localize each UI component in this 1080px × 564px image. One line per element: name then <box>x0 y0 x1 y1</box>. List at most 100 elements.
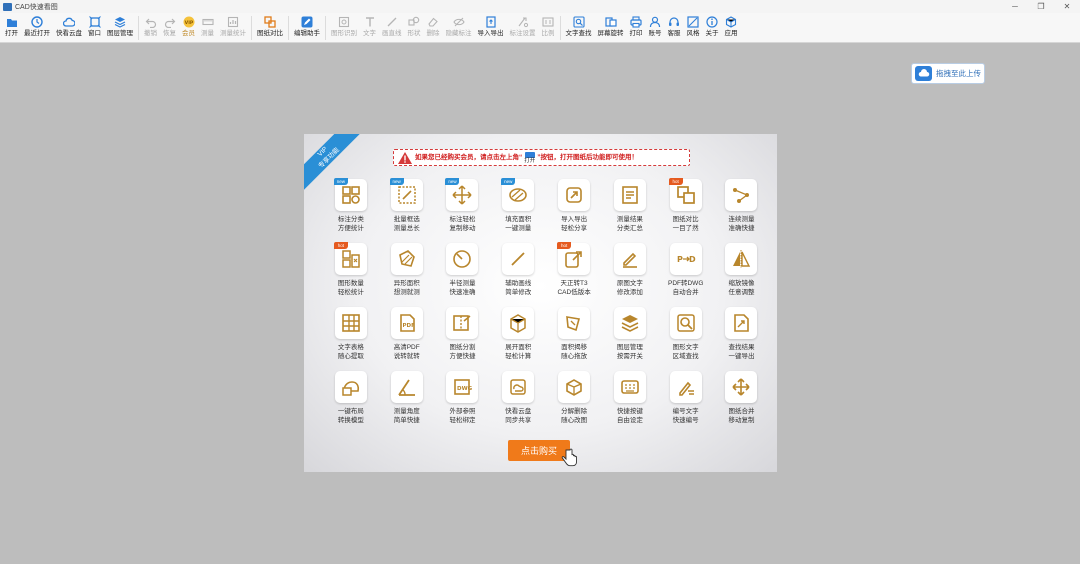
feature-item[interactable]: PDF 高清PDF 说转就转 <box>379 307 435 371</box>
toolbar-item-shape[interactable]: 形状 <box>405 13 424 43</box>
toolbar-item-undo[interactable]: 撤销 <box>141 13 160 43</box>
clock-icon <box>31 15 44 28</box>
toolbar-item-edit-assistant[interactable]: 编辑助手 <box>291 13 323 43</box>
toolbar-item-line[interactable]: 画直线 <box>379 13 405 43</box>
feature-item[interactable]: hot 图形数量 轻松统计 <box>323 242 379 307</box>
feature-item[interactable]: new 批量框选 测量总长 <box>379 178 435 243</box>
area-move-icon <box>558 307 591 339</box>
feature-item[interactable]: hot 天正转T3 CAD低版本 <box>546 242 602 307</box>
feature-item[interactable]: 测量角度 简单快捷 <box>379 371 435 435</box>
feature-label: 编号文字 快速编号 <box>672 408 699 424</box>
text-icon <box>363 15 376 28</box>
feature-item[interactable]: 连续测量 准确快捷 <box>714 179 770 243</box>
member-notice: 如果您已经购买会员，请点击左上角“ 打开 ”按钮，打开图纸后功能即可使用！ <box>393 149 690 166</box>
convert-icon: hot <box>557 242 591 275</box>
toolbar-item-shape-recog[interactable]: 图形识别 <box>328 13 360 43</box>
feature-item[interactable]: 快看云盘 同步共享 <box>490 371 546 435</box>
minimize-icon[interactable]: ─ <box>1002 0 1028 13</box>
toolbar-label: 文字 <box>363 30 376 37</box>
toolbar-item-cube[interactable]: 应用 <box>722 13 741 43</box>
feature-item[interactable]: 一键布局 转换模型 <box>323 371 379 435</box>
feature-item[interactable]: 图纸合并 移动复制 <box>714 371 770 435</box>
feature-item[interactable]: new 标注轻松 复制移动 <box>435 178 491 243</box>
toolbar-item-hide[interactable]: 隐藏标注 <box>443 13 475 43</box>
close-icon[interactable]: ✕ <box>1054 0 1080 13</box>
feature-item[interactable]: 图形文字 区域查找 <box>658 307 714 371</box>
feature-item[interactable]: P D PDF转DWG 自动合并 <box>658 243 714 307</box>
feature-item[interactable]: 分解删除 随心改图 <box>546 371 602 435</box>
feature-label: 文字表格 随心提取 <box>337 344 364 360</box>
toolbar-item-scale[interactable]: 比例 <box>539 13 558 43</box>
pdf-icon: PDF <box>390 307 423 339</box>
toolbar-item-ruler[interactable]: 测量 <box>198 13 217 43</box>
feature-item[interactable]: 半径测量 快速准确 <box>435 243 491 307</box>
feature-label: 图纸分割 方便快捷 <box>449 344 476 360</box>
toolbar-item-eraser[interactable]: 删除 <box>424 13 443 43</box>
toolbar-item-cloud[interactable]: 快看云盘 <box>53 13 85 43</box>
toolbar-label: 图纸对比 <box>257 30 283 37</box>
feature-label: 导入导出 轻松分享 <box>561 216 588 232</box>
toolbar-item-redo[interactable]: 恢复 <box>160 13 179 43</box>
window-icon <box>88 15 101 28</box>
toolbar-item-rotate[interactable]: 屏幕旋转 <box>595 13 627 43</box>
feature-item[interactable]: 异形面积 想测就测 <box>379 243 435 307</box>
toolbar-item-layers[interactable]: 图层管理 <box>104 13 136 43</box>
toolbar-item-window[interactable]: 窗口 <box>85 13 104 43</box>
toolbar-label: 应用 <box>724 30 738 37</box>
feature-item[interactable]: 编号文字 快速编号 <box>658 371 714 435</box>
toolbar-item-folder[interactable]: 打开 <box>2 13 21 43</box>
feature-item[interactable]: new 标注分类 方便统计 <box>323 178 379 243</box>
toolbar-item-style[interactable]: 风格 <box>684 13 703 43</box>
feature-label: 异形面积 想测就测 <box>393 280 420 296</box>
feature-item[interactable]: hot 图纸对比 一目了然 <box>658 178 714 243</box>
toolbar-item-headset[interactable]: 客服 <box>665 13 684 43</box>
toolbar-item-user[interactable]: 账号 <box>646 13 665 43</box>
feature-item[interactable]: 面积揭移 随心拖放 <box>546 307 602 371</box>
toolbar-item-annotate-settings[interactable]: 标注设置 <box>507 13 539 43</box>
toolbar-item-print[interactable]: 打印 <box>627 13 646 43</box>
toolbar-item-clock[interactable]: 最近打开 <box>21 13 53 43</box>
explode-icon <box>558 371 591 403</box>
style-icon <box>687 15 700 28</box>
toolbar-label: 画直线 <box>382 30 402 37</box>
toolbar-item-text-search[interactable]: 文字查找 <box>563 13 595 43</box>
feature-item[interactable]: new 填充面积 一键测量 <box>490 178 546 243</box>
feature-item[interactable]: 导入导出 轻松分享 <box>546 179 602 243</box>
toolbar-item-vip[interactable]: VIP 会员 <box>179 13 198 43</box>
toolbar-label: 打开 <box>5 30 18 37</box>
feature-item[interactable]: 测量结果 分类汇总 <box>602 179 658 243</box>
toolbar-label: 形状 <box>407 30 421 37</box>
toolbar-item-compare[interactable]: 图纸对比 <box>254 13 286 43</box>
toolbar-item-text[interactable]: 文字 <box>360 13 379 43</box>
toolbar-label: 风格 <box>686 30 700 37</box>
feature-item[interactable]: 原图文字 修改添加 <box>602 243 658 307</box>
feature-item[interactable]: DWG 外部参照 轻松绑定 <box>435 371 491 435</box>
feature-item[interactable]: 查找结果 一键导出 <box>714 307 770 371</box>
feature-label: 辅助画线 简单修改 <box>505 280 532 296</box>
cube-icon <box>725 15 738 28</box>
toolbar-item-info[interactable]: 关于 <box>703 13 722 43</box>
toolbar-item-import-export[interactable]: 导入导出 <box>475 13 507 43</box>
maximize-icon[interactable]: ❐ <box>1028 0 1054 13</box>
feature-item[interactable]: 缩放镜像 任意调整 <box>714 243 770 307</box>
feature-item[interactable]: 文字表格 随心提取 <box>323 307 379 371</box>
drag-upload-button[interactable]: 拖拽至此上传 <box>911 63 985 84</box>
table-icon <box>334 307 367 339</box>
feature-item[interactable]: 图纸分割 方便快捷 <box>435 307 491 371</box>
feature-item[interactable]: 辅助画线 简单修改 <box>490 243 546 307</box>
feature-item[interactable]: 展开面积 轻松计算 <box>490 307 546 371</box>
text-search-icon <box>572 15 585 28</box>
compare-icon <box>264 15 277 28</box>
info-icon <box>706 15 719 28</box>
toolbar-label: 标注设置 <box>509 30 536 37</box>
app-logo-icon <box>3 2 12 11</box>
feature-item[interactable]: 图层管理 按需开关 <box>602 307 658 371</box>
feature-badge: new <box>389 178 404 185</box>
toolbar-item-stats[interactable]: 测量统计 <box>217 13 249 43</box>
ruler-icon <box>201 15 214 28</box>
search-export-icon <box>725 307 758 339</box>
radius-icon <box>446 243 479 275</box>
feature-item[interactable]: 快捷按键 自由设定 <box>602 371 658 435</box>
toolbar-label: 撤销 <box>144 30 157 37</box>
feature-grid: new 标注分类 方便统计 new 批量框选 测量总长 new 标注轻松 复制移动 new 填… <box>323 178 763 435</box>
